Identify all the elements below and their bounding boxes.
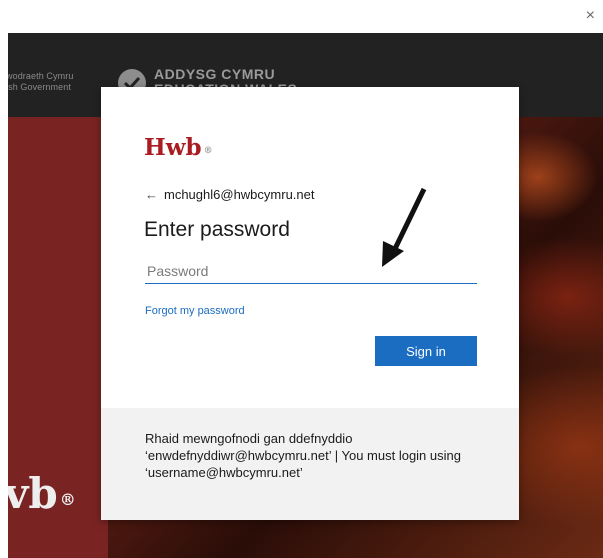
gov-line-1: wodraeth Cymru	[8, 71, 74, 81]
gov-line-2: lsh Government	[8, 82, 71, 92]
annotation-arrow-icon	[382, 187, 427, 267]
sign-in-button[interactable]: Sign in	[375, 336, 477, 366]
back-arrow-icon: ←	[145, 187, 158, 202]
hwb-logo: Hwb ®	[144, 135, 213, 161]
brand-name: Hwb	[144, 134, 202, 161]
background-hwb-logo: vb ®	[8, 473, 76, 515]
close-icon[interactable]: ×	[586, 8, 595, 24]
background-hwb-text: vb	[8, 469, 58, 518]
forgot-password-link[interactable]: Forgot my password	[145, 305, 245, 317]
login-instructions: Rhaid mewngofnodi gan ddefnyddio ‘enwdef…	[145, 431, 461, 480]
registered-mark: ®	[203, 146, 213, 156]
account-email: mchughl6@hwbcymru.net	[164, 187, 315, 202]
sign-in-dialog: Hwb ® ← mchughl6@hwbcymru.net Enter passw…	[101, 87, 519, 520]
edu-line-1: ADDYSG CYMRU	[154, 66, 276, 82]
back-button[interactable]: ← mchughl6@hwbcymru.net	[145, 187, 314, 202]
dialog-footer: Rhaid mewngofnodi gan ddefnyddio ‘enwdef…	[101, 408, 519, 520]
welsh-government-logo: wodraeth Cymru lsh Government	[8, 71, 73, 93]
page-title: Enter password	[144, 218, 290, 241]
background-registered-mark: ®	[59, 490, 76, 509]
